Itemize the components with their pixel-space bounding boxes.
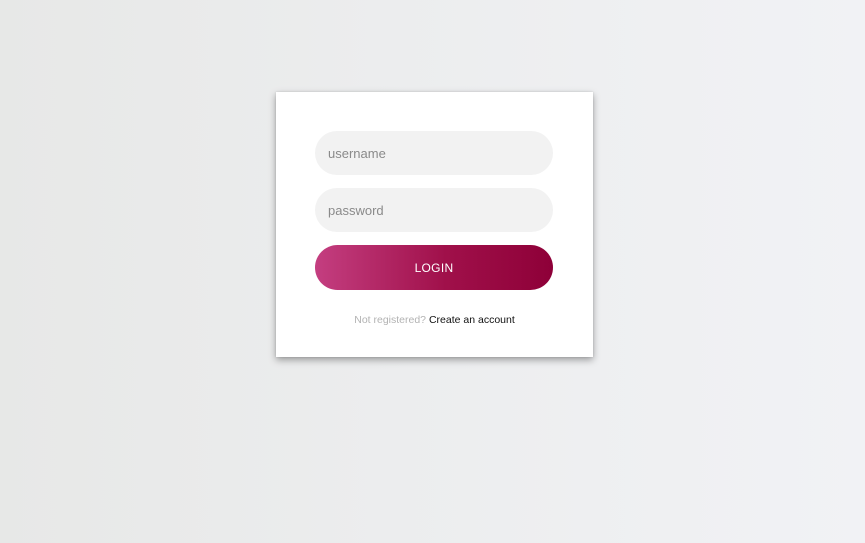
password-input[interactable]	[315, 188, 553, 232]
register-message: Not registered? Create an account	[276, 314, 593, 326]
username-input[interactable]	[315, 131, 553, 175]
register-prompt: Not registered?	[354, 313, 427, 326]
login-card: LOGIN Not registered? Create an account	[276, 92, 593, 357]
create-account-link[interactable]: Create an account	[429, 314, 515, 326]
login-button[interactable]: LOGIN	[315, 245, 553, 290]
